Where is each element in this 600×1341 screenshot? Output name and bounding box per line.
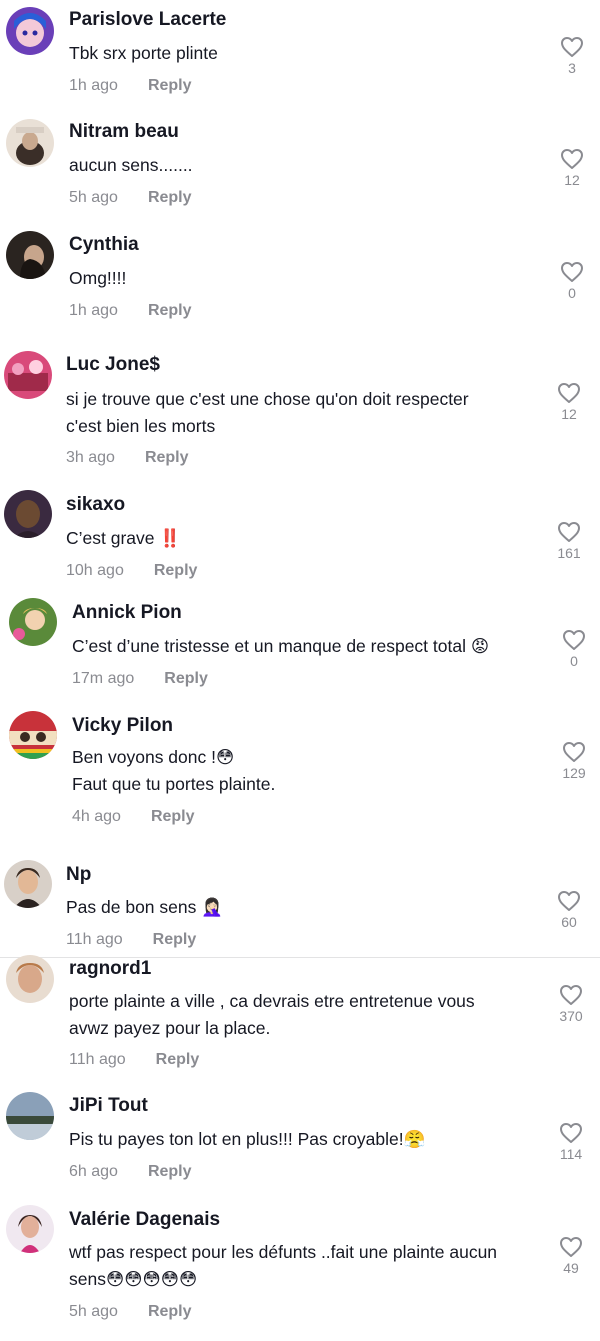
comment-username[interactable]: Cynthia bbox=[69, 234, 139, 256]
comment-text: si je trouve que c'est une chose qu'on d… bbox=[66, 389, 469, 436]
comment-text: C’est d’une tristesse et un manque de re… bbox=[72, 636, 490, 656]
like-count: 129 bbox=[562, 765, 586, 781]
comment-time: 5h ago bbox=[69, 189, 118, 206]
comment-meta: 3h ago Reply bbox=[66, 449, 189, 467]
avatar[interactable] bbox=[9, 598, 57, 646]
heart-outline-icon bbox=[561, 262, 583, 282]
like-button[interactable]: 0 bbox=[557, 261, 587, 301]
comment-time: 11h ago bbox=[69, 1051, 126, 1068]
reply-button[interactable]: Reply bbox=[148, 1303, 192, 1320]
like-count: 0 bbox=[568, 285, 576, 301]
comment-username[interactable]: sikaxo bbox=[66, 494, 125, 516]
avatar[interactable] bbox=[6, 231, 54, 279]
avatar[interactable] bbox=[6, 1092, 54, 1140]
comment-username[interactable]: Vicky Pilon bbox=[72, 715, 173, 737]
avatar[interactable] bbox=[4, 351, 52, 399]
comment-username[interactable]: Nitram beau bbox=[69, 121, 179, 143]
reply-button[interactable]: Reply bbox=[145, 449, 189, 466]
like-count: 161 bbox=[557, 545, 581, 561]
avatar[interactable] bbox=[6, 1205, 54, 1253]
reply-button[interactable]: Reply bbox=[164, 670, 208, 687]
comment-username[interactable]: ragnord1 bbox=[69, 958, 151, 980]
like-button[interactable]: 161 bbox=[554, 521, 584, 561]
comment-time: 6h ago bbox=[69, 1163, 118, 1180]
comment-text: Tbk srx porte plinte bbox=[69, 43, 218, 63]
comment-meta: 11h ago Reply bbox=[69, 1051, 199, 1069]
heart-outline-icon bbox=[560, 985, 582, 1005]
reply-button[interactable]: Reply bbox=[154, 562, 198, 579]
like-button[interactable]: 12 bbox=[554, 382, 584, 422]
comment-text: aucun sens....... bbox=[69, 155, 193, 175]
comment-meta: 5h ago Reply bbox=[69, 189, 192, 207]
like-button[interactable]: 3 bbox=[557, 36, 587, 76]
comment-text: porte plainte a ville , ca devrais etre … bbox=[69, 991, 475, 1038]
comment-username[interactable]: Luc Jone$ bbox=[66, 354, 160, 376]
comment-meta: 5h ago Reply bbox=[69, 1303, 192, 1321]
reply-button[interactable]: Reply bbox=[151, 808, 195, 825]
heart-outline-icon bbox=[561, 37, 583, 57]
reply-button[interactable]: Reply bbox=[148, 189, 192, 206]
reply-button[interactable]: Reply bbox=[148, 77, 192, 94]
comment-time: 4h ago bbox=[72, 808, 121, 825]
avatar[interactable] bbox=[6, 119, 54, 167]
comment-text: Pas de bon sens 🤦🏻‍♀️ bbox=[66, 897, 224, 917]
heart-outline-icon bbox=[561, 149, 583, 169]
comment-meta: 6h ago Reply bbox=[69, 1163, 192, 1181]
comment-time: 5h ago bbox=[69, 1303, 118, 1320]
reply-button[interactable]: Reply bbox=[148, 302, 192, 319]
like-count: 370 bbox=[559, 1008, 583, 1024]
comment-text: Ben voyons donc !😳 Faut que tu portes pl… bbox=[72, 747, 276, 794]
like-button[interactable]: 12 bbox=[557, 148, 587, 188]
heart-outline-icon bbox=[560, 1123, 582, 1143]
like-count: 114 bbox=[559, 1146, 583, 1162]
like-count: 12 bbox=[561, 406, 577, 422]
avatar[interactable] bbox=[4, 860, 52, 908]
comment-username[interactable]: Valérie Dagenais bbox=[69, 1209, 220, 1231]
comment-username[interactable]: JiPi Tout bbox=[69, 1095, 148, 1117]
comment-username[interactable]: Np bbox=[66, 864, 91, 886]
heart-outline-icon bbox=[563, 630, 585, 650]
comment-time: 17m ago bbox=[72, 670, 135, 687]
heart-outline-icon bbox=[558, 522, 580, 542]
comment-time: 10h ago bbox=[66, 562, 124, 579]
reply-button[interactable]: Reply bbox=[148, 1163, 192, 1180]
heart-outline-icon bbox=[558, 383, 580, 403]
comment-meta: 1h ago Reply bbox=[69, 302, 192, 320]
comment-meta: 1h ago Reply bbox=[69, 77, 192, 95]
like-button[interactable]: 129 bbox=[559, 741, 589, 781]
avatar[interactable] bbox=[4, 490, 52, 538]
like-count: 49 bbox=[563, 1260, 579, 1276]
comment-username[interactable]: Parislove Lacerte bbox=[69, 9, 226, 31]
comment-meta: 10h ago Reply bbox=[66, 562, 197, 580]
comment-meta: 17m ago Reply bbox=[72, 670, 208, 688]
comment-meta: 4h ago Reply bbox=[72, 808, 195, 826]
comment-time: 3h ago bbox=[66, 449, 115, 466]
heart-outline-icon bbox=[558, 891, 580, 911]
like-button[interactable]: 0 bbox=[559, 629, 589, 669]
like-count: 3 bbox=[568, 60, 576, 76]
like-count: 0 bbox=[570, 653, 578, 669]
like-button[interactable]: 49 bbox=[556, 1236, 586, 1276]
avatar[interactable] bbox=[6, 955, 54, 1003]
heart-outline-icon bbox=[563, 742, 585, 762]
avatar[interactable] bbox=[9, 711, 57, 759]
comment-time: 1h ago bbox=[69, 302, 118, 319]
reply-button[interactable]: Reply bbox=[156, 1051, 200, 1068]
comment-text: Omg!!!! bbox=[69, 268, 127, 288]
comment-time: 1h ago bbox=[69, 77, 118, 94]
like-button[interactable]: 370 bbox=[556, 984, 586, 1024]
like-button[interactable]: 114 bbox=[556, 1122, 586, 1162]
comment-text: Pis tu payes ton lot en plus!!! Pas croy… bbox=[69, 1129, 426, 1149]
comment-time: 11h ago bbox=[66, 931, 123, 948]
heart-outline-icon bbox=[560, 1237, 582, 1257]
reply-button[interactable]: Reply bbox=[153, 931, 197, 948]
comment-text: wtf pas respect pour les défunts ..fait … bbox=[69, 1242, 498, 1289]
like-count: 60 bbox=[561, 914, 577, 930]
like-count: 12 bbox=[564, 172, 580, 188]
like-button[interactable]: 60 bbox=[554, 890, 584, 930]
comment-text: C’est grave ‼️ bbox=[66, 528, 182, 548]
avatar[interactable] bbox=[6, 7, 54, 55]
comment-username[interactable]: Annick Pion bbox=[72, 602, 182, 624]
comment-meta: 11h ago Reply bbox=[66, 931, 196, 949]
